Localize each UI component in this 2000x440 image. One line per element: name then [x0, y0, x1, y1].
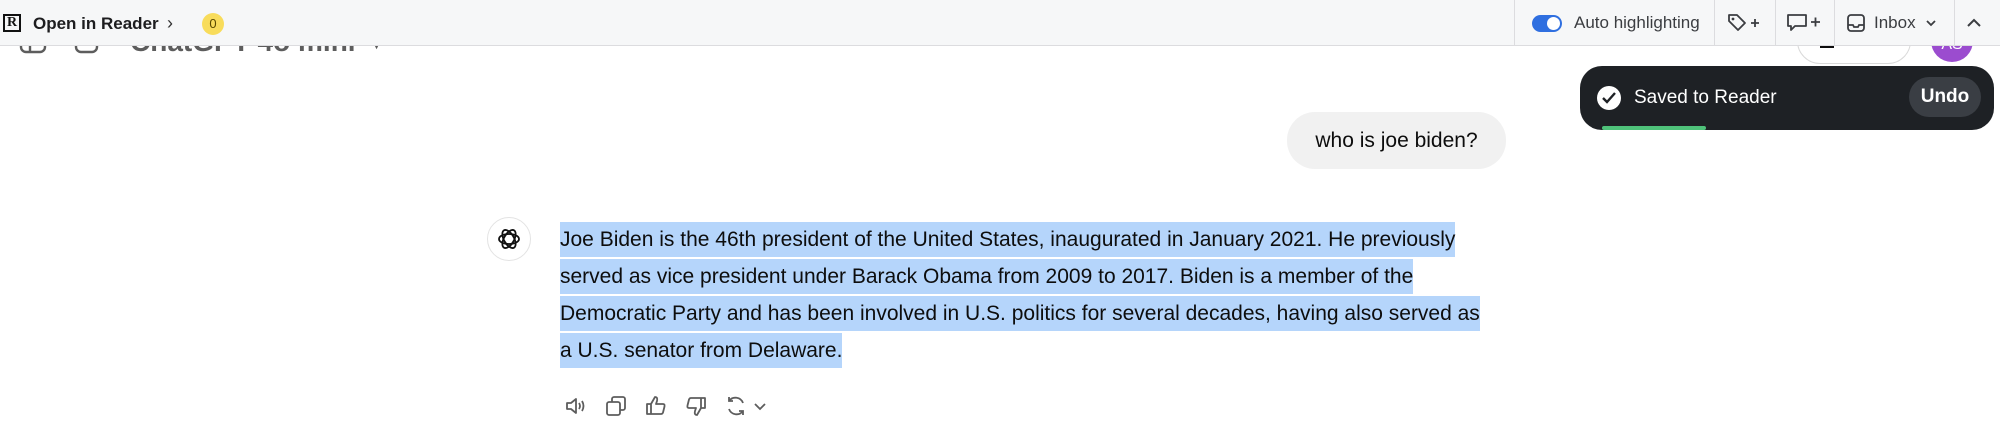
answer-line: a U.S. senator from Delaware. — [560, 333, 843, 368]
divider — [1714, 0, 1715, 46]
check-circle-icon — [1597, 86, 1621, 110]
inbox-icon — [1847, 14, 1865, 32]
divider — [1775, 0, 1776, 46]
thumbs-up-icon[interactable] — [642, 392, 670, 420]
divider — [1514, 0, 1515, 46]
highlight-count-badge[interactable]: 0 — [202, 13, 224, 35]
divider — [1834, 0, 1835, 46]
reader-logo-icon[interactable]: R — [3, 14, 21, 32]
reader-toolbar: R Open in Reader › 0 Auto highlighting I… — [0, 0, 2000, 46]
toast-progress-track — [1602, 126, 1972, 130]
toggle-switch[interactable] — [1532, 14, 1562, 32]
inbox-label: Inbox — [1874, 13, 1916, 32]
toast-message: Saved to Reader — [1634, 87, 1777, 108]
add-note-button[interactable] — [1786, 0, 1822, 46]
undo-button[interactable]: Undo — [1909, 77, 1981, 117]
user-message-bubble: who is joe biden? — [1287, 112, 1506, 169]
toast-progress-bar — [1602, 126, 1706, 130]
copy-icon[interactable] — [602, 392, 630, 420]
open-in-reader-link[interactable]: Open in Reader — [33, 14, 159, 34]
openai-logo-icon — [498, 229, 520, 249]
answer-line: Democratic Party and has been involved i… — [560, 296, 1480, 331]
inbox-dropdown[interactable]: Inbox — [1846, 0, 1938, 46]
chevron-right-icon[interactable]: › — [167, 13, 173, 34]
add-tag-button[interactable] — [1727, 0, 1761, 46]
answer-line: Joe Biden is the 46th president of the U… — [560, 222, 1456, 257]
collapse-chevron-up-icon — [1967, 18, 1981, 27]
saved-toast: Saved to Reader Undo — [1580, 66, 1994, 130]
read-aloud-icon[interactable] — [562, 392, 590, 420]
chevron-down-icon[interactable] — [746, 392, 774, 420]
comment-plus-icon — [1787, 14, 1820, 31]
divider — [1954, 0, 1955, 46]
auto-highlighting-toggle[interactable]: Auto highlighting — [1532, 0, 1700, 46]
assistant-avatar — [487, 217, 531, 261]
answer-line: served as vice president under Barack Ob… — [560, 259, 1414, 294]
assistant-message[interactable]: Joe Biden is the 46th president of the U… — [560, 221, 1510, 369]
auto-highlighting-label: Auto highlighting — [1574, 13, 1700, 32]
collapse-toolbar-button[interactable] — [1963, 0, 1985, 46]
thumbs-down-icon[interactable] — [682, 392, 710, 420]
chevron-down-icon — [1925, 20, 1936, 27]
tag-plus-icon — [1728, 14, 1759, 31]
